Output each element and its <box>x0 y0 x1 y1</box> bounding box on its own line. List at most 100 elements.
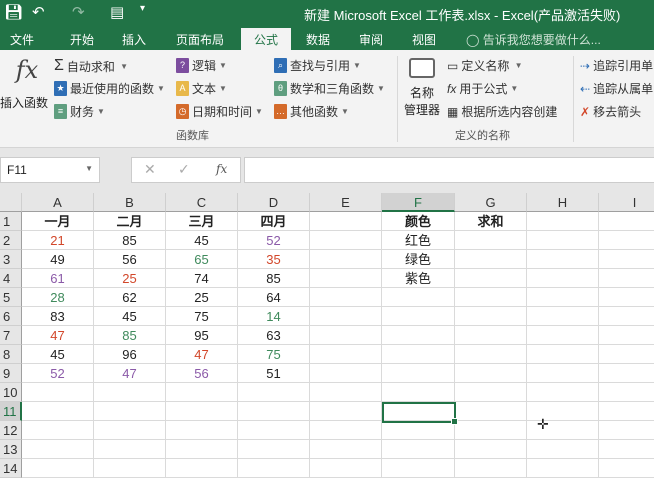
financial-button[interactable]: ≡ 财务 ▼ <box>54 103 105 120</box>
cell-C14[interactable] <box>166 459 238 478</box>
cell-A3[interactable]: 49 <box>22 250 94 269</box>
cell-D13[interactable] <box>238 440 310 459</box>
cell-B13[interactable] <box>94 440 166 459</box>
formula-input[interactable] <box>244 157 654 183</box>
cell-E12[interactable] <box>310 421 382 440</box>
cell-D9[interactable]: 51 <box>238 364 310 383</box>
cell-G14[interactable] <box>455 459 527 478</box>
customize-qat-icon[interactable]: ▾ <box>140 3 145 14</box>
active-cell-selection[interactable] <box>382 402 458 425</box>
row-header-2[interactable]: 2 <box>0 231 22 250</box>
cell-F2[interactable]: 红色 <box>382 231 455 250</box>
cell-G8[interactable] <box>455 345 527 364</box>
cell-F6[interactable] <box>382 307 455 326</box>
cell-B4[interactable]: 25 <box>94 269 166 288</box>
lookup-button[interactable]: ⌕ 查找与引用 ▼ <box>274 57 361 74</box>
row-header-3[interactable]: 3 <box>0 250 22 269</box>
cell-C7[interactable]: 95 <box>166 326 238 345</box>
cell-C4[interactable]: 74 <box>166 269 238 288</box>
cell-I6[interactable] <box>599 307 654 326</box>
cell-B12[interactable] <box>94 421 166 440</box>
cell-E4[interactable] <box>310 269 382 288</box>
cell-A4[interactable]: 61 <box>22 269 94 288</box>
cell-E11[interactable] <box>310 402 382 421</box>
cell-F14[interactable] <box>382 459 455 478</box>
cell-D1[interactable]: 四月 <box>238 212 310 231</box>
cell-H2[interactable] <box>527 231 599 250</box>
cell-H14[interactable] <box>527 459 599 478</box>
cell-H6[interactable] <box>527 307 599 326</box>
name-box[interactable]: F11 ▼ <box>0 157 100 183</box>
define-name-button[interactable]: ▭ 定义名称 ▼ <box>447 57 523 74</box>
trace-dependents-button[interactable]: ⇠ 追踪从属单 <box>580 80 653 97</box>
cell-H3[interactable] <box>527 250 599 269</box>
cell-C3[interactable]: 65 <box>166 250 238 269</box>
cell-E10[interactable] <box>310 383 382 402</box>
cell-B11[interactable] <box>94 402 166 421</box>
cell-I4[interactable] <box>599 269 654 288</box>
tab-review[interactable]: 审阅 <box>359 31 383 48</box>
cell-C6[interactable]: 75 <box>166 307 238 326</box>
cell-B10[interactable] <box>94 383 166 402</box>
redo-icon[interactable]: ↷ <box>72 3 85 21</box>
cell-G11[interactable] <box>455 402 527 421</box>
tab-insert[interactable]: 插入 <box>122 31 146 48</box>
cell-F12[interactable] <box>382 421 455 440</box>
cell-C5[interactable]: 25 <box>166 288 238 307</box>
cell-G4[interactable] <box>455 269 527 288</box>
cell-A8[interactable]: 45 <box>22 345 94 364</box>
autosum-button[interactable]: Σ 自动求和 ▼ <box>54 57 128 75</box>
cell-F4[interactable]: 紫色 <box>382 269 455 288</box>
cell-H9[interactable] <box>527 364 599 383</box>
row-header-1[interactable]: 1 <box>0 212 22 231</box>
row-header-8[interactable]: 8 <box>0 345 22 364</box>
column-header-A[interactable]: A <box>22 193 94 212</box>
cell-F3[interactable]: 绿色 <box>382 250 455 269</box>
save-icon[interactable]: 💾︎ <box>4 3 23 21</box>
cell-E13[interactable] <box>310 440 382 459</box>
insert-function-button[interactable]: fx 插入函数 <box>0 56 50 110</box>
cell-H8[interactable] <box>527 345 599 364</box>
cell-E1[interactable] <box>310 212 382 231</box>
cell-I12[interactable] <box>599 421 654 440</box>
remove-arrows-button[interactable]: ✗ 移去箭头 <box>580 103 641 120</box>
cell-F10[interactable] <box>382 383 455 402</box>
cell-B8[interactable]: 96 <box>94 345 166 364</box>
row-header-5[interactable]: 5 <box>0 288 22 307</box>
cell-G13[interactable] <box>455 440 527 459</box>
cell-D14[interactable] <box>238 459 310 478</box>
tab-data[interactable]: 数据 <box>306 31 330 48</box>
cell-H1[interactable] <box>527 212 599 231</box>
cell-B6[interactable]: 45 <box>94 307 166 326</box>
cell-B14[interactable] <box>94 459 166 478</box>
cell-D5[interactable]: 64 <box>238 288 310 307</box>
column-header-H[interactable]: H <box>527 193 599 212</box>
select-all-corner[interactable] <box>0 193 22 212</box>
undo-icon[interactable]: ↶ <box>32 3 45 21</box>
cell-H7[interactable] <box>527 326 599 345</box>
row-header-10[interactable]: 10 <box>0 383 22 402</box>
cell-C12[interactable] <box>166 421 238 440</box>
text-button[interactable]: A 文本 ▼ <box>176 80 227 97</box>
cell-F8[interactable] <box>382 345 455 364</box>
cell-B7[interactable]: 85 <box>94 326 166 345</box>
cell-D3[interactable]: 35 <box>238 250 310 269</box>
use-in-formula-button[interactable]: fx 用于公式 ▼ <box>447 80 518 97</box>
recent-functions-button[interactable]: ★ 最近使用的函数 ▼ <box>54 80 165 97</box>
math-button[interactable]: θ 数学和三角函数 ▼ <box>274 80 385 97</box>
cell-F1[interactable]: 颜色 <box>382 212 455 231</box>
more-functions-button[interactable]: … 其他函数 ▼ <box>274 103 349 120</box>
cell-G9[interactable] <box>455 364 527 383</box>
column-header-C[interactable]: C <box>166 193 238 212</box>
cell-F9[interactable] <box>382 364 455 383</box>
row-header-6[interactable]: 6 <box>0 307 22 326</box>
tab-file[interactable]: 文件 <box>10 31 34 48</box>
tab-page-layout[interactable]: 页面布局 <box>176 31 224 48</box>
cell-I5[interactable] <box>599 288 654 307</box>
cell-I9[interactable] <box>599 364 654 383</box>
cell-I2[interactable] <box>599 231 654 250</box>
column-header-B[interactable]: B <box>94 193 166 212</box>
cell-I8[interactable] <box>599 345 654 364</box>
cell-A9[interactable]: 52 <box>22 364 94 383</box>
chevron-down-icon[interactable]: ▼ <box>85 164 93 173</box>
